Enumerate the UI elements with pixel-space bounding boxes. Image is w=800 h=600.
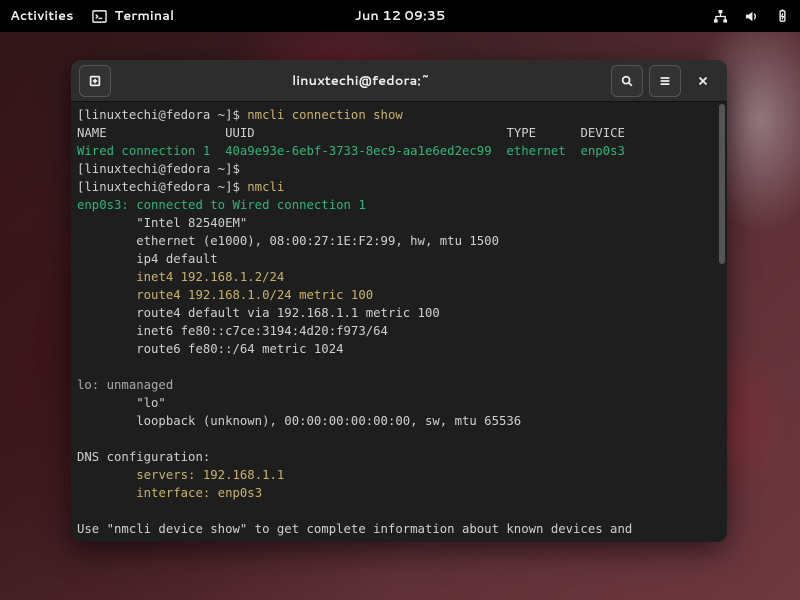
command-text: nmcli connection show — [247, 108, 402, 122]
output-line: route4 default via 192.168.1.1 metric 10… — [77, 306, 440, 320]
output-line: DNS configuration: — [77, 450, 210, 464]
terminal-icon — [92, 9, 107, 24]
col-uuid: UUID — [225, 126, 255, 140]
output-line — [77, 288, 136, 302]
menu-button[interactable] — [649, 65, 681, 97]
app-menu-button[interactable]: Terminal — [92, 7, 175, 25]
conn-device: enp0s3 — [580, 144, 624, 158]
output-line: route6 fe80::/64 metric 1024 — [77, 342, 344, 356]
output-line — [77, 270, 136, 284]
window-title: linuxtechi@fedora:~ — [111, 72, 611, 90]
output-line: route4 192.168.1.0/24 metric 100 — [136, 288, 373, 302]
col-device: DEVICE — [580, 126, 624, 140]
gnome-topbar: Activities Terminal Jun 12 09:35 — [0, 0, 800, 32]
output-line — [77, 468, 136, 482]
col-name: NAME — [77, 126, 107, 140]
terminal-content[interactable]: [linuxtechi@fedora ~]$ nmcli connection … — [71, 102, 717, 542]
scroll-thumb[interactable] — [719, 104, 725, 264]
close-button[interactable] — [687, 65, 719, 97]
output-line: loopback (unknown), 00:00:00:00:00:00, s… — [77, 414, 521, 428]
output-line: interface: enp0s3 — [136, 486, 262, 500]
output-line — [77, 486, 136, 500]
output-line: inet6 fe80::c7ce:3194:4d20:f973/64 — [77, 324, 388, 338]
volume-icon[interactable] — [744, 9, 759, 24]
conn-name: Wired connection 1 — [77, 144, 210, 158]
iface-header: lo: unmanaged — [77, 378, 173, 392]
clock[interactable]: Jun 12 09:35 — [355, 7, 446, 25]
activities-button[interactable]: Activities — [10, 7, 74, 25]
col-type: TYPE — [506, 126, 536, 140]
new-tab-button[interactable] — [79, 65, 111, 97]
output-line: ip4 default — [77, 252, 218, 266]
prompt: [linuxtechi@fedora ~]$ — [77, 108, 247, 122]
terminal-window: linuxtechi@fedora:~ [linuxtechi@fedora ~… — [71, 60, 727, 542]
app-menu-label: Terminal — [115, 7, 175, 25]
output-line: inet4 192.168.1.2/24 — [136, 270, 284, 284]
output-line: Use "nmcli device show" to get complete … — [77, 522, 632, 536]
iface-header: enp0s3: connected to Wired connection 1 — [77, 198, 366, 212]
prompt: [linuxtechi@fedora ~]$ — [77, 162, 247, 176]
scrollbar[interactable] — [717, 102, 727, 542]
conn-type: ethernet — [506, 144, 565, 158]
output-line: "Intel 82540EM" — [77, 216, 247, 230]
conn-uuid: 40a9e93e-6ebf-3733-8ec9-aa1e6ed2ec99 — [225, 144, 492, 158]
output-line: "lo" — [77, 396, 166, 410]
search-button[interactable] — [611, 65, 643, 97]
power-icon[interactable] — [775, 9, 790, 24]
network-icon[interactable] — [713, 9, 728, 24]
prompt: [linuxtechi@fedora ~]$ — [77, 180, 247, 194]
command-text: nmcli — [247, 180, 284, 194]
output-line: servers: 192.168.1.1 — [136, 468, 284, 482]
output-line: ethernet (e1000), 08:00:27:1E:F2:99, hw,… — [77, 234, 499, 248]
titlebar: linuxtechi@fedora:~ — [71, 60, 727, 102]
